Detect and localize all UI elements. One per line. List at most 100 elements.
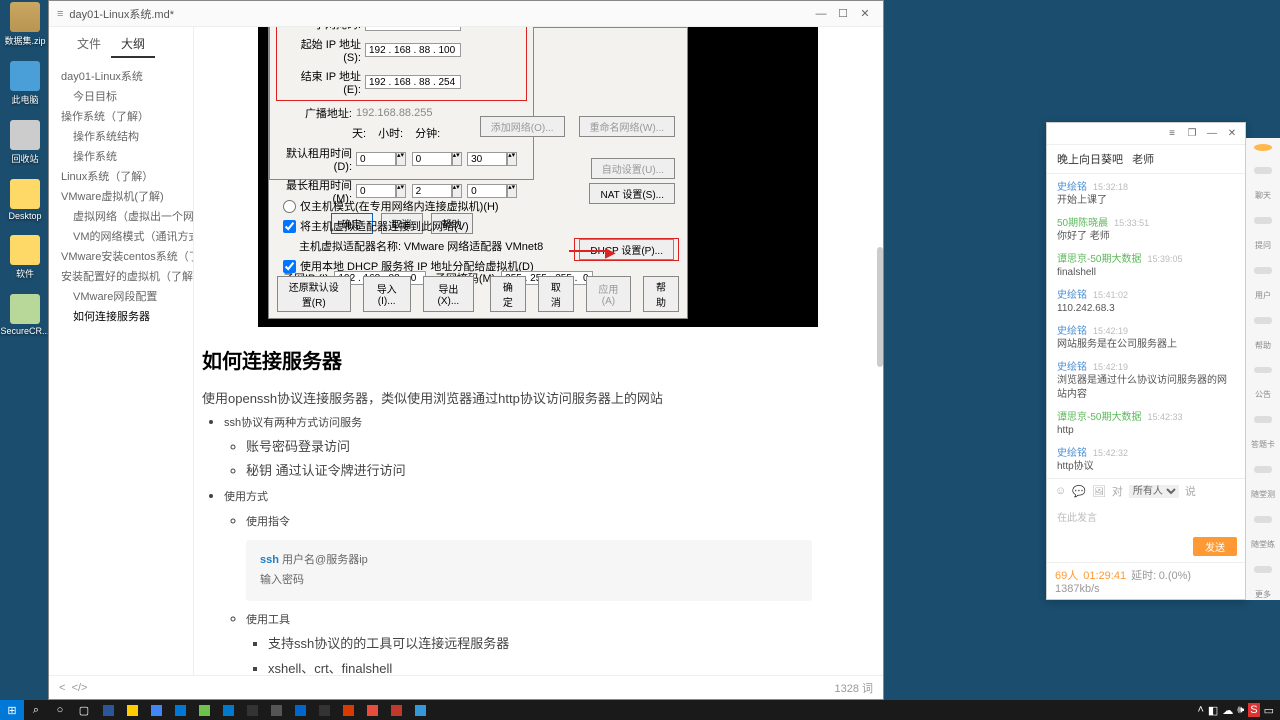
lease-days[interactable]	[356, 152, 396, 166]
outline-node[interactable]: day01-Linux系统	[53, 66, 193, 86]
subnet-mask-label: 子网掩码:	[285, 27, 361, 32]
taskbar-app[interactable]	[96, 700, 120, 720]
taskbar-app[interactable]	[264, 700, 288, 720]
outline-node[interactable]: VM的网络模式（通讯方式）	[53, 226, 193, 246]
editor-window: ≡ day01-Linux系统.md* — ☐ ✕ 文件 大纲 day01-Li…	[48, 0, 884, 700]
tray-icon[interactable]: ◧	[1208, 704, 1218, 717]
tray-chevron-icon[interactable]: ˄	[1197, 704, 1203, 716]
outline-node[interactable]: 如何连接服务器	[53, 306, 193, 326]
side-tab[interactable]	[1254, 416, 1272, 423]
emoji-icon[interactable]: ☺	[1055, 485, 1066, 497]
taskbar-app[interactable]	[408, 700, 432, 720]
outline-node[interactable]: 操作系统结构	[53, 126, 193, 146]
chat-minimize-button[interactable]: —	[1203, 126, 1221, 142]
maximize-button[interactable]: ☐	[833, 4, 853, 24]
taskbar-app[interactable]	[120, 700, 144, 720]
end-ip-label: 结束 IP 地址(E):	[285, 68, 361, 96]
outline-node[interactable]: 虚拟网络（虚拟出一个网卡）	[53, 206, 193, 226]
tray-icon[interactable]: ☁	[1222, 704, 1233, 717]
taskbar-app[interactable]	[384, 700, 408, 720]
apply-button[interactable]: 应用(A)	[586, 276, 631, 312]
article: 如何连接服务器 使用openssh协议连接服务器，类似使用浏览器通过http协议…	[202, 327, 812, 675]
ok-button[interactable]: 确定	[490, 276, 526, 312]
word-count: 1328 词	[834, 680, 873, 696]
import-button[interactable]: 导入(I)...	[363, 276, 411, 312]
tab-outline[interactable]: 大纲	[111, 31, 155, 58]
desktop: 数据集.zip 此电脑回收站 Desktop 软件 SecureCR...	[0, 0, 50, 700]
help-button[interactable]: 帮助	[643, 276, 679, 312]
code-view-icon[interactable]: </>	[72, 682, 88, 694]
lease-min[interactable]	[467, 152, 507, 166]
taskbar[interactable]: ⊞ ⌕ ○ ▢ ˄ ◧ ☁ 🕪 S ▭	[0, 700, 1280, 720]
outline-node[interactable]: 安装配置好的虚拟机（了解）	[53, 266, 193, 286]
cancel-button[interactable]: 取消	[538, 276, 574, 312]
end-ip-input[interactable]	[365, 75, 461, 89]
desktop-icon[interactable]: 数据集.zip	[0, 2, 50, 47]
taskbar-app[interactable]	[168, 700, 192, 720]
start-ip-input[interactable]	[365, 43, 461, 57]
export-button[interactable]: 导出(X)...	[423, 276, 474, 312]
chat-icon[interactable]: 💬	[1072, 485, 1086, 498]
outline-node[interactable]: 操作系统（了解）	[53, 106, 193, 126]
tray-notification-icon[interactable]: ▭	[1264, 704, 1274, 717]
outline-node[interactable]: VMware安装centos系统（了解）	[53, 246, 193, 266]
minimize-button[interactable]: —	[811, 4, 831, 24]
broadcast-label: 广播地址:	[276, 105, 352, 121]
desktop-icon[interactable]: Desktop	[0, 179, 50, 221]
side-tab[interactable]	[1254, 317, 1272, 324]
taskbar-app[interactable]	[144, 700, 168, 720]
outline-node[interactable]: 今日目标	[53, 86, 193, 106]
send-button[interactable]: 发送	[1193, 537, 1237, 556]
taskbar-app[interactable]	[240, 700, 264, 720]
start-button[interactable]: ⊞	[0, 700, 24, 720]
system-tray[interactable]: ˄ ◧ ☁ 🕪 S ▭	[1197, 703, 1280, 717]
chat-avatar-icon[interactable]	[1254, 144, 1272, 151]
recipient-select[interactable]: 所有人	[1129, 485, 1179, 498]
outline-node[interactable]: 操作系统	[53, 146, 193, 166]
cortana-icon[interactable]: ○	[48, 700, 72, 720]
desktop-icon[interactable]: 此电脑	[0, 61, 50, 106]
add-network-button[interactable]: 添加网络(O)...	[480, 116, 565, 137]
taskbar-app[interactable]	[360, 700, 384, 720]
chat-messages[interactable]: 史绘铭15:32:18开始上课了50期陈晓晨15:33:51你好了 老师谭思京-…	[1047, 174, 1245, 478]
auto-settings-button[interactable]: 自动设置(U)...	[591, 158, 675, 179]
restore-button[interactable]: 还原默认设置(R)	[277, 276, 351, 312]
search-icon[interactable]: ⌕	[24, 700, 48, 720]
chat-input[interactable]: 在此发言	[1047, 503, 1245, 537]
outline-node[interactable]: VMware虚拟机(了解)	[53, 186, 193, 206]
taskbar-app[interactable]	[192, 700, 216, 720]
desktop-icon[interactable]: SecureCR...	[0, 294, 50, 336]
tab-file[interactable]: 文件	[67, 31, 111, 58]
chat-restore-button[interactable]: ❐	[1183, 126, 1201, 142]
image-icon[interactable]: 🖼	[1092, 485, 1106, 498]
connect-host-checkbox[interactable]	[283, 220, 296, 233]
close-button[interactable]: ✕	[855, 4, 875, 24]
side-tab[interactable]	[1254, 217, 1272, 224]
host-only-radio[interactable]	[283, 200, 296, 213]
side-tab[interactable]	[1254, 167, 1272, 174]
taskbar-app[interactable]	[312, 700, 336, 720]
taskview-icon[interactable]: ▢	[72, 700, 96, 720]
desktop-icon[interactable]: 回收站	[0, 120, 50, 165]
editor-titlebar: ≡ day01-Linux系统.md* — ☐ ✕	[49, 1, 883, 27]
chat-close-button[interactable]: ✕	[1223, 126, 1241, 142]
nav-back-icon[interactable]: <	[59, 682, 65, 694]
desktop-icon[interactable]: 软件	[0, 235, 50, 280]
chat-menu-icon[interactable]: ≡	[1163, 126, 1181, 142]
side-tab[interactable]	[1254, 466, 1272, 473]
outline-node[interactable]: Linux系统（了解）	[53, 166, 193, 186]
side-tab[interactable]	[1254, 566, 1272, 573]
side-tab[interactable]	[1254, 367, 1272, 374]
scrollbar-thumb[interactable]	[877, 247, 883, 367]
broadcast-value: 192.168.88.255	[356, 107, 432, 119]
rename-network-button[interactable]: 重命名网络(W)...	[579, 116, 675, 137]
side-tab[interactable]	[1254, 267, 1272, 274]
taskbar-app[interactable]	[336, 700, 360, 720]
side-tab[interactable]	[1254, 516, 1272, 523]
tray-ime-icon[interactable]: S	[1248, 703, 1259, 717]
outline-node[interactable]: VMware网段配置	[53, 286, 193, 306]
tray-icon[interactable]: 🕪	[1237, 704, 1244, 717]
taskbar-app[interactable]	[288, 700, 312, 720]
lease-hours[interactable]	[412, 152, 452, 166]
taskbar-app[interactable]	[216, 700, 240, 720]
